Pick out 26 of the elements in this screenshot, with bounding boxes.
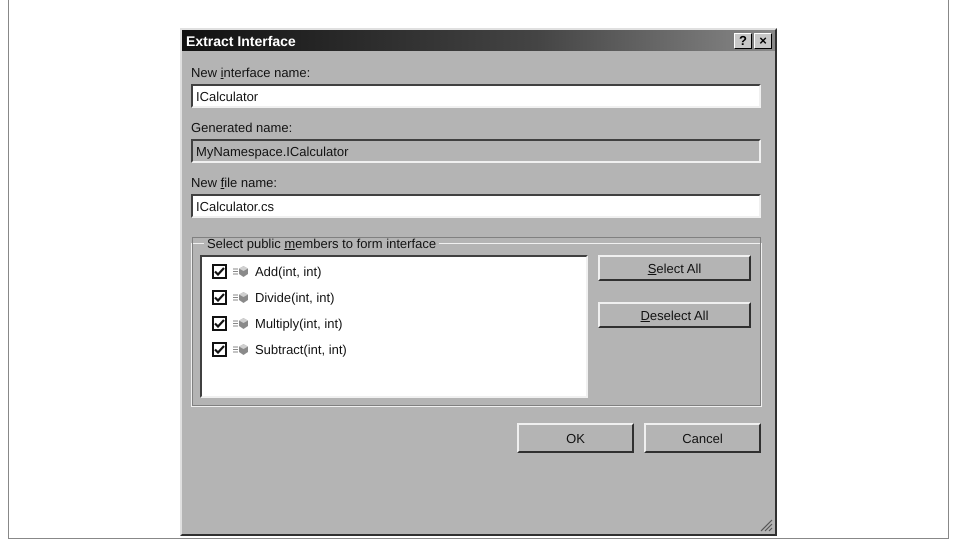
group-label: Select public members to form interface [206, 236, 438, 251]
resize-grip-icon[interactable] [760, 519, 773, 532]
field-label: Generated name: [191, 120, 292, 135]
method-icon [233, 317, 249, 330]
checkbox[interactable] [212, 290, 227, 305]
member-item[interactable]: Divide(int, int) [255, 290, 334, 305]
ok-button[interactable]: OK [517, 423, 634, 453]
field-label: New interface name: [191, 65, 310, 80]
method-icon [233, 291, 249, 304]
window-title: Extract Interface [186, 32, 297, 48]
help-button[interactable]: ? [734, 32, 752, 48]
input-field[interactable]: ICalculator.cs [191, 194, 761, 218]
checkbox[interactable] [212, 264, 227, 279]
field-label: New file name: [191, 175, 277, 190]
checkbox[interactable] [212, 316, 227, 331]
method-icon [233, 265, 249, 278]
checkbox[interactable] [212, 342, 227, 357]
member-item[interactable]: Add(int, int) [255, 264, 322, 279]
member-item[interactable]: Multiply(int, int) [255, 316, 342, 331]
deselect-all-button[interactable]: Deselect All [598, 302, 751, 328]
close-button[interactable]: × [754, 32, 772, 48]
input-field[interactable]: ICalculator [191, 84, 761, 108]
cancel-button[interactable]: Cancel [644, 423, 761, 453]
method-icon [233, 343, 249, 356]
select-all-button[interactable]: Select All [598, 255, 751, 281]
member-item[interactable]: Subtract(int, int) [255, 342, 347, 357]
